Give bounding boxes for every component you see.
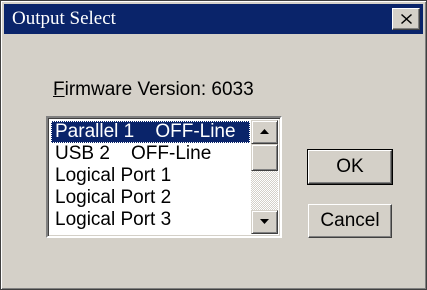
port-listbox[interactable]: Parallel 1 OFF-Line USB 2 OFF-Line Logic… [46,116,282,238]
list-item-logical-port-1[interactable]: Logical Port 1 [51,165,250,187]
ok-button[interactable]: OK [307,149,393,185]
firmware-label-text: irmware Version: 6033 [64,79,254,100]
cancel-button[interactable]: Cancel [308,204,392,238]
list-item-usb-2[interactable]: USB 2 OFF-Line [51,143,250,165]
firmware-label-accelerator: F [53,79,65,100]
list-item-parallel-1[interactable]: Parallel 1 OFF-Line [51,121,250,143]
list-item-logical-port-3[interactable]: Logical Port 3 [51,209,250,231]
close-button[interactable] [392,8,420,30]
list-item-logical-port-2[interactable]: Logical Port 2 [51,187,250,209]
arrow-down-icon [260,219,269,224]
arrow-up-icon [260,129,269,134]
firmware-version-label: Firmware Version: 6033 [53,79,254,101]
title-bar[interactable]: Output Select [4,4,423,34]
scroll-down-button[interactable] [251,210,278,234]
output-select-dialog: Output Select Firmware Version: 6033 Par… [0,0,427,290]
port-list: Parallel 1 OFF-Line USB 2 OFF-Line Logic… [51,121,250,231]
close-icon [401,14,412,24]
vertical-scrollbar[interactable] [251,120,278,234]
scroll-thumb[interactable] [251,144,278,171]
scroll-up-button[interactable] [251,120,278,144]
window-title: Output Select [12,8,116,29]
